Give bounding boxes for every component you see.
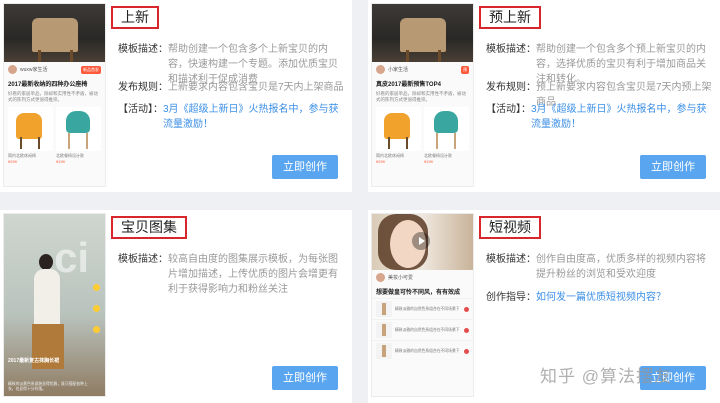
- description-row: 模板描述： 创作自由度高，优质多样的视频内容将提升粉丝的浏览和受欢迎度: [486, 252, 712, 282]
- chair-photo: [372, 4, 473, 62]
- guide-label: 创作指导：: [486, 292, 536, 303]
- description-label: 模板描述：: [118, 254, 168, 265]
- preview-post-title: 想要做皇可怜不同风，有有效成: [376, 290, 461, 296]
- play-icon[interactable]: [412, 232, 430, 250]
- fashion-photo: ci 2017最新复古抹胸长裙 精致的淡黄色系裙装显得优雅，既可搭配各种上衣，也…: [4, 214, 105, 396]
- product-card: 北欧餐椅设计款 ¥199: [424, 107, 469, 164]
- product-card: 简约北欧休闲椅 ¥299: [8, 107, 53, 164]
- preview-post-desc: 好看的家居单品，除却和实用性不矛盾，被动式的陈列方式更值得推崇。: [8, 91, 98, 102]
- create-now-button[interactable]: 立即创作: [272, 155, 338, 179]
- template-preview-thumbnail[interactable]: wuxw家生活 新品首发 2017最新收纳的四种办公座椅 好看的家居单品，除却和…: [3, 3, 106, 187]
- template-card-shangxin[interactable]: wuxw家生活 新品首发 2017最新收纳的四种办公座椅 好看的家居单品，除却和…: [0, 0, 352, 192]
- preview-post-title: 2017最新收纳的四种办公座椅: [8, 82, 88, 88]
- create-now-button[interactable]: 立即创作: [640, 155, 706, 179]
- preview-author: 美妆小可爱: [372, 270, 473, 285]
- list-item: 精致淡雅的自然色系组合在不同场景下: [372, 340, 473, 361]
- description-text: 创作自由度高，优质多样的视频内容将提升粉丝的浏览和受欢迎度: [536, 254, 706, 280]
- template-preview-thumbnail[interactable]: 小家生活 预 真皮2017最新预售TOP4 好看的家居单品，除却和实用性不矛盾，…: [371, 3, 474, 187]
- avatar: [376, 273, 385, 282]
- template-title: 上新: [111, 6, 159, 29]
- template-title: 预上新: [479, 6, 541, 29]
- preview-products: 简约北欧休闲椅 ¥299 北欧餐椅设计款 ¥199: [372, 104, 473, 167]
- preview-caption: 2017最新复古抹胸长裙: [8, 358, 60, 364]
- activity-label: 【活动】：: [118, 104, 163, 115]
- template-title: 短视频: [479, 216, 541, 239]
- preview-tag: 新品首发: [81, 65, 101, 74]
- description-label: 模板描述：: [486, 254, 536, 265]
- preview-post-title: 真皮2017最新预售TOP4: [376, 82, 441, 88]
- portrait-photo: [372, 214, 473, 270]
- preview-tag: 预: [461, 65, 469, 74]
- preview-author: wuxw家生活 新品首发: [4, 62, 105, 77]
- avatar: [376, 65, 385, 74]
- preview-author: 小家生活 预: [372, 62, 473, 77]
- template-grid: wuxw家生活 新品首发 2017最新收纳的四种办公座椅 好看的家居单品，除却和…: [0, 0, 720, 403]
- template-preview-thumbnail[interactable]: 美妆小可爱 想要做皇可怜不同风，有有效成 精致淡雅的自然色系组合在不同场景下 精…: [371, 213, 474, 397]
- list-item: 精致淡雅的自然色系组合在不同场景下: [372, 298, 473, 319]
- preview-author-name: 小家生活: [388, 67, 409, 73]
- product-card: 简约北欧休闲椅 ¥299: [376, 107, 421, 164]
- rule-label: 发布规则：: [118, 82, 168, 93]
- preview-caption-desc: 精致的淡黄色系裙装显得优雅，既可搭配各种上衣，也显得十分利落。: [8, 382, 88, 391]
- template-preview-thumbnail[interactable]: ci 2017最新复古抹胸长裙 精致的淡黄色系裙装显得优雅，既可搭配各种上衣，也…: [3, 213, 106, 397]
- chair-photo: [4, 4, 105, 62]
- activity-row: 【活动】： 3月《超级上新日》火热报名中，参与获流量激励！: [486, 102, 712, 132]
- avatar: [8, 65, 17, 74]
- side-action-icons: [93, 284, 101, 333]
- preview-post-desc: 好看的家居单品，除却和实用性不矛盾，被动式的陈列方式更值得推崇。: [376, 91, 466, 102]
- product-card: 北欧餐椅设计款 ¥199: [56, 107, 101, 164]
- template-card-yushangxin[interactable]: 小家生活 预 真皮2017最新预售TOP4 好看的家居单品，除却和实用性不矛盾，…: [368, 0, 720, 192]
- activity-row: 【活动】： 3月《超级上新日》火热报名中，参与获流量激励！: [118, 102, 344, 132]
- preview-author-name: 美妆小可爱: [388, 275, 414, 281]
- activity-link[interactable]: 3月《超级上新日》火热报名中，参与获流量激励！: [531, 102, 712, 132]
- list-item: 精致淡雅的自然色系组合在不同场景下: [372, 319, 473, 340]
- rule-row: 发布规则： 上新要求内容包含宝贝是7天内上架商品: [118, 80, 344, 95]
- guide-row: 创作指导： 如何发一篇优质短视频内容？: [486, 290, 712, 305]
- create-now-button[interactable]: 立即创作: [272, 366, 338, 390]
- activity-link[interactable]: 3月《超级上新日》火热报名中，参与获流量激励！: [163, 102, 344, 132]
- preview-author-name: wuxw家生活: [20, 67, 48, 73]
- rule-text: 上新要求内容包含宝贝是7天内上架商品: [168, 82, 344, 93]
- description-text: 较高自由度的图集展示模板，为每张图片增加描述，上传优质的图片会增更有利于获得影响…: [168, 254, 338, 295]
- template-title: 宝贝图集: [111, 216, 187, 239]
- guide-link[interactable]: 如何发一篇优质短视频内容？: [536, 290, 666, 305]
- activity-label: 【活动】：: [486, 104, 531, 115]
- template-card-gallery[interactable]: ci 2017最新复古抹胸长裙 精致的淡黄色系裙装显得优雅，既可搭配各种上衣，也…: [0, 210, 352, 403]
- description-row: 模板描述： 较高自由度的图集展示模板，为每张图片增加描述，上传优质的图片会增更有…: [118, 252, 344, 297]
- zhihu-watermark: 知乎 @算法摆友: [540, 367, 672, 386]
- preview-products: 简约北欧休闲椅 ¥299 北欧餐椅设计款 ¥199: [4, 104, 105, 167]
